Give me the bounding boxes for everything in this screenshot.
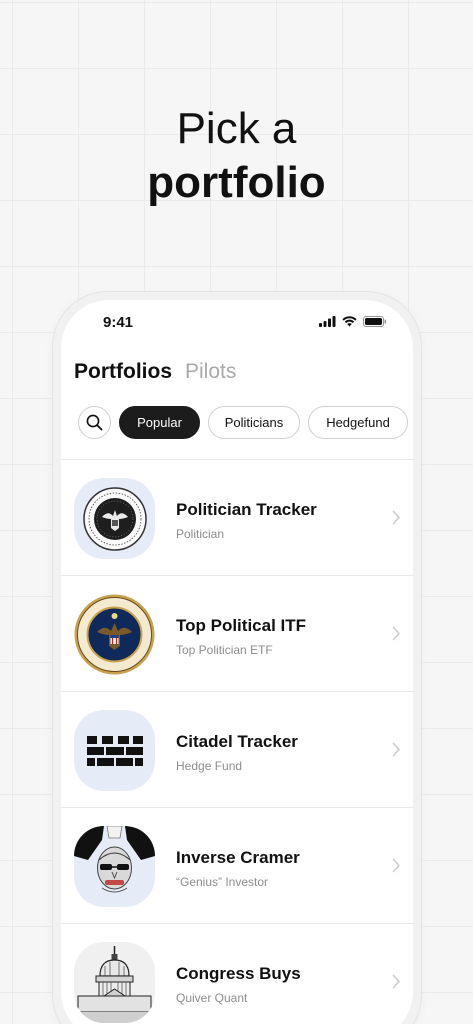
portfolio-title: Inverse Cramer xyxy=(176,848,300,867)
status-icons xyxy=(319,316,387,327)
chevron-right-icon xyxy=(392,742,400,757)
presidential-seal-icon xyxy=(74,478,155,559)
cramer-caricature-icon xyxy=(74,826,155,907)
cellular-signal-icon xyxy=(319,316,336,327)
portfolio-subtitle: Top Politician ETF xyxy=(176,643,273,657)
filter-bar: Popular Politicians Hedgefund xyxy=(78,406,408,439)
portfolio-subtitle: Politician xyxy=(176,527,225,541)
search-icon xyxy=(86,414,103,431)
chevron-right-icon xyxy=(392,858,400,873)
portfolio-subtitle: Quiver Quant xyxy=(176,991,248,1005)
status-bar: 9:41 xyxy=(61,312,413,336)
wifi-icon xyxy=(342,316,357,327)
status-time: 9:41 xyxy=(103,314,134,331)
chip-hedgefund[interactable]: Hedgefund xyxy=(308,406,408,439)
phone-screen: 9:41 Portfolios Pilots Popular Politicia… xyxy=(61,300,413,1024)
portfolio-row-citadel-tracker[interactable]: Citadel Tracker Hedge Fund xyxy=(61,692,413,808)
tab-pilots[interactable]: Pilots xyxy=(185,360,236,384)
battery-icon xyxy=(363,316,387,327)
portfolio-title: Top Political ITF xyxy=(176,616,307,635)
portfolio-row-congress-buys[interactable]: Congress Buys Quiver Quant xyxy=(61,924,413,1024)
search-button[interactable] xyxy=(78,406,111,439)
portfolio-title: Citadel Tracker xyxy=(176,732,298,751)
capitol-building-icon xyxy=(74,942,155,1023)
portfolio-row-top-political-itf[interactable]: Top Political ITF Top Politician ETF xyxy=(61,576,413,692)
portfolio-subtitle: “Genius” Investor xyxy=(176,875,269,889)
portfolio-row-inverse-cramer[interactable]: Inverse Cramer “Genius” Investor xyxy=(61,808,413,924)
portfolio-title: Congress Buys xyxy=(176,964,301,983)
chevron-right-icon xyxy=(392,510,400,525)
portfolio-title: Politician Tracker xyxy=(176,500,317,519)
citadel-wall-icon xyxy=(74,710,155,791)
chevron-right-icon xyxy=(392,626,400,641)
headline-line-2: portfolio xyxy=(147,158,326,207)
portfolio-list: Politician Tracker Politician Top Politi… xyxy=(61,459,413,1024)
chevron-right-icon xyxy=(392,974,400,989)
chip-politicians[interactable]: Politicians xyxy=(208,406,300,439)
page-headline: Pick a portfolio xyxy=(0,102,473,210)
tab-portfolios[interactable]: Portfolios xyxy=(74,360,172,384)
chip-popular[interactable]: Popular xyxy=(119,406,200,439)
presidential-seal-color-icon xyxy=(74,594,155,675)
portfolio-tabs: Portfolios Pilots xyxy=(74,360,236,384)
portfolio-row-politician-tracker[interactable]: Politician Tracker Politician xyxy=(61,460,413,576)
portfolio-subtitle: Hedge Fund xyxy=(176,759,243,773)
headline-line-1: Pick a xyxy=(176,104,297,153)
